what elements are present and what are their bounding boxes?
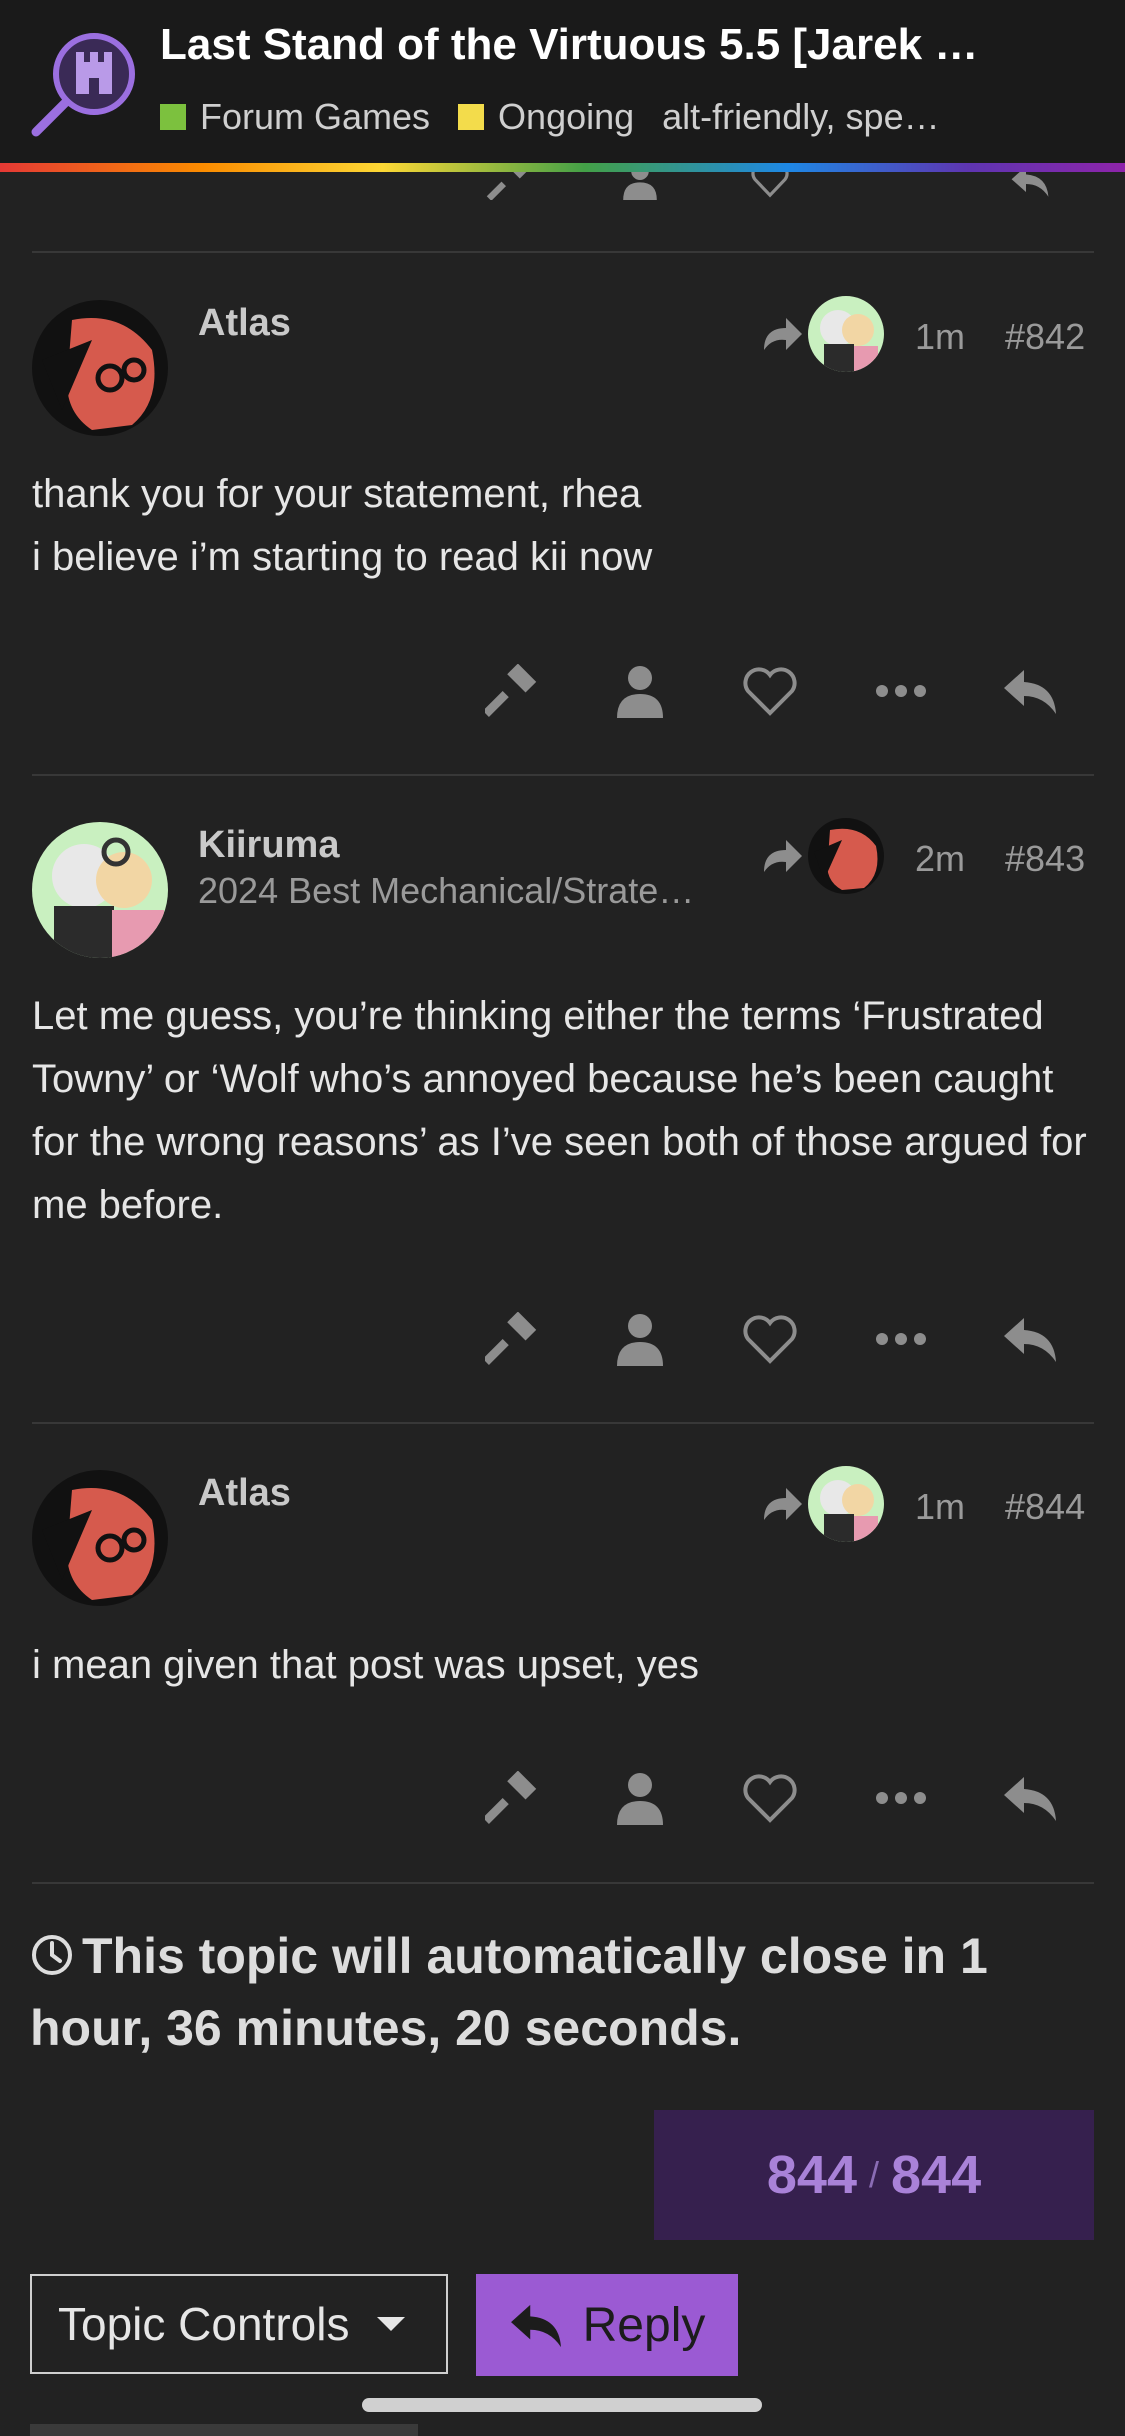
reply-label: Reply	[582, 2298, 706, 2352]
progress-total: 844	[891, 2145, 982, 2205]
post-divider	[32, 1882, 1094, 1884]
reply-action[interactable]	[995, 656, 1065, 726]
share-arrow-icon	[764, 840, 802, 872]
suggested-topics-peek	[30, 2424, 418, 2436]
gavel-icon	[485, 1771, 537, 1824]
post-text-line: thank you for your statement, rhea	[32, 472, 642, 516]
topic-controls-button[interactable]: Topic Controls	[30, 2274, 448, 2374]
gavel-icon	[485, 1312, 537, 1365]
gavel-icon	[485, 664, 537, 717]
user-action[interactable]	[605, 1763, 675, 1833]
reply-to-indicator[interactable]	[760, 818, 884, 894]
reply-icon	[1004, 1318, 1056, 1362]
status-color-square	[458, 104, 485, 130]
post-divider	[32, 774, 1094, 776]
topic-progress[interactable]: 844 / 844	[654, 2110, 1094, 2240]
post-body: thank you for your statement, rhea i bel…	[32, 463, 1092, 589]
topic-title[interactable]: Last Stand of the Virtuous 5.5 [Jarek …	[160, 20, 1010, 70]
flag-action[interactable]	[477, 656, 547, 726]
reply-to-indicator[interactable]	[760, 296, 884, 372]
home-indicator[interactable]	[362, 2398, 762, 2412]
user-icon	[617, 1314, 663, 1366]
post-text: i mean given that post was upset, yes	[32, 1643, 700, 1687]
like-action[interactable]	[735, 656, 805, 726]
auto-close-notice: This topic will automatically close in 1…	[30, 1920, 1100, 2064]
post-time[interactable]: 2m	[915, 838, 965, 880]
more-action[interactable]	[866, 656, 936, 726]
reply-to-avatar	[808, 818, 884, 894]
more-icon	[876, 685, 926, 697]
flag-action[interactable]	[477, 1304, 547, 1374]
post-text: Let me guess, you’re thinking either the…	[32, 994, 1087, 1227]
status-label: Ongoing	[498, 96, 635, 137]
avatar[interactable]	[32, 300, 168, 436]
progress-current: 844	[766, 2145, 857, 2205]
reply-button[interactable]: Reply	[476, 2274, 738, 2376]
more-icon	[876, 1792, 926, 1804]
heart-icon	[743, 667, 797, 716]
kiiruma-avatar-image	[32, 822, 168, 958]
post-divider	[32, 251, 1094, 253]
post-divider	[32, 1422, 1094, 1424]
post-actions	[0, 1763, 1125, 1833]
post-number[interactable]: #843	[1005, 838, 1085, 880]
reply-icon	[1004, 670, 1056, 714]
category-label: Forum Games	[200, 96, 431, 137]
reply-icon	[510, 2304, 561, 2348]
username[interactable]: Kiiruma	[198, 824, 339, 867]
post-time[interactable]: 1m	[915, 1486, 965, 1528]
more-action[interactable]	[866, 1763, 936, 1833]
clock-icon	[32, 1935, 72, 1975]
user-icon	[617, 1773, 663, 1825]
user-title: 2024 Best Mechanical/Strate…	[198, 870, 695, 911]
auto-close-text: This topic will automatically close in 1…	[30, 1928, 988, 2056]
post-number[interactable]: #842	[1005, 316, 1085, 358]
post-text-line: i believe i’m starting to read kii now	[32, 535, 653, 579]
more-action[interactable]	[866, 1304, 936, 1374]
atlas-avatar-image	[32, 300, 168, 436]
avatar[interactable]	[32, 822, 168, 958]
castle-magnifier-icon[interactable]	[30, 28, 142, 140]
user-action[interactable]	[605, 1304, 675, 1374]
header-rainbow-border	[0, 163, 1125, 172]
reply-to-avatar	[808, 296, 884, 372]
topic-controls-label: Topic Controls	[58, 2298, 350, 2350]
reply-action[interactable]	[995, 1763, 1065, 1833]
atlas-avatar-image	[32, 1470, 168, 1606]
post-time[interactable]: 1m	[915, 316, 965, 358]
share-arrow-icon	[764, 318, 802, 350]
reply-action[interactable]	[995, 1304, 1065, 1374]
user-action[interactable]	[605, 656, 675, 726]
category-badge[interactable]: Forum Games	[160, 96, 430, 138]
more-icon	[876, 1333, 926, 1345]
avatar[interactable]	[32, 1470, 168, 1606]
post-actions	[0, 656, 1125, 726]
username[interactable]: Atlas	[198, 1472, 291, 1515]
heart-icon	[743, 1774, 797, 1823]
heart-icon	[743, 1315, 797, 1364]
post-body: i mean given that post was upset, yes	[32, 1634, 1092, 1697]
category-color-square	[160, 104, 186, 130]
like-action[interactable]	[735, 1304, 805, 1374]
topic-header: Last Stand of the Virtuous 5.5 [Jarek … …	[0, 0, 1125, 165]
reply-icon	[1004, 1777, 1056, 1821]
like-action[interactable]	[735, 1763, 805, 1833]
flag-action[interactable]	[477, 1763, 547, 1833]
share-arrow-icon	[764, 1488, 802, 1520]
topic-meta: Forum Games Ongoing alt-friendly, spe…	[160, 96, 1040, 138]
post-number[interactable]: #844	[1005, 1486, 1085, 1528]
user-icon	[617, 666, 663, 718]
progress-separator: /	[868, 2154, 879, 2195]
username[interactable]: Atlas	[198, 302, 291, 345]
post-actions	[0, 1304, 1125, 1374]
tag-list[interactable]: alt-friendly, spe…	[662, 96, 939, 138]
status-badge[interactable]: Ongoing	[458, 96, 634, 138]
chevron-down-icon	[377, 2317, 406, 2331]
post-body: Let me guess, you’re thinking either the…	[32, 985, 1092, 1237]
reply-to-avatar	[808, 1466, 884, 1542]
reply-to-indicator[interactable]	[760, 1466, 884, 1542]
